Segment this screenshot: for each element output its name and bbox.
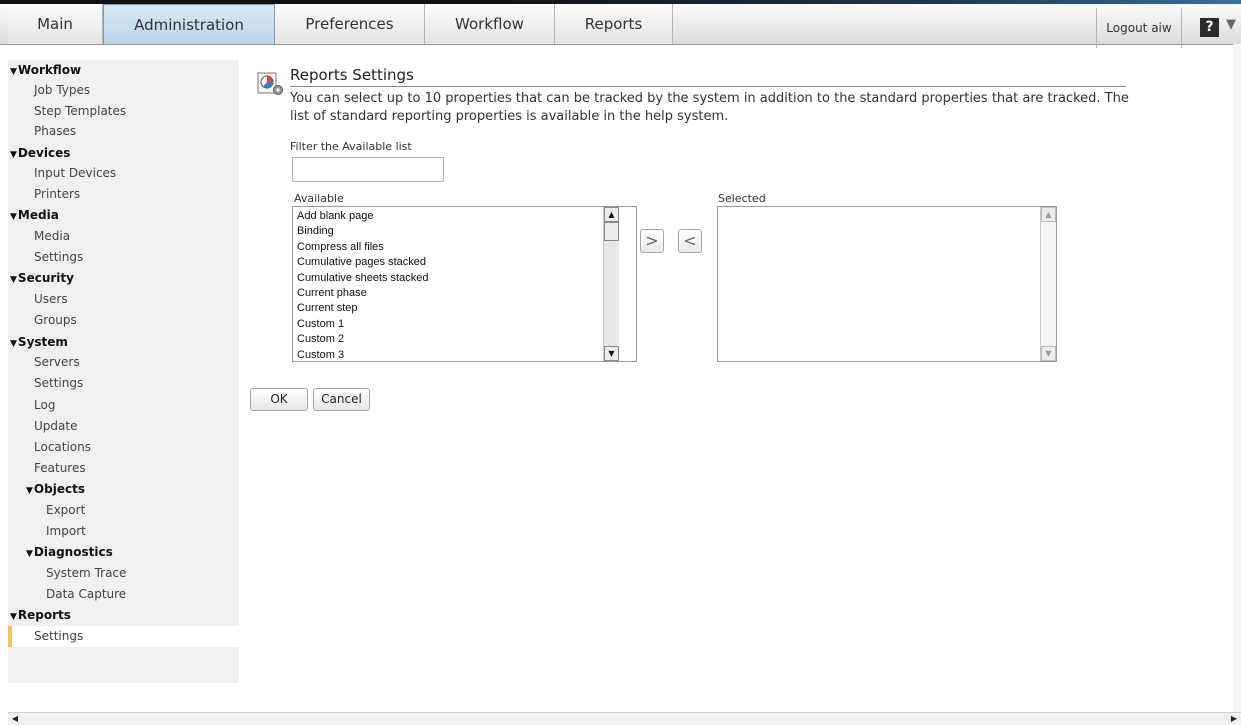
title-divider: [290, 86, 1126, 87]
scroll-down-arrow-icon[interactable]: ▼: [1041, 346, 1056, 361]
page-vertical-scrollbar[interactable]: [1233, 44, 1241, 712]
page-title: Reports Settings: [290, 66, 414, 84]
sidebar-item-media-settings[interactable]: Settings: [34, 247, 83, 268]
page-description: You can select up to 10 properties that …: [290, 91, 1129, 124]
sidebar-item-system-settings[interactable]: Settings: [34, 373, 83, 394]
sidebar-item-log[interactable]: Log: [34, 395, 55, 416]
remove-selected-button[interactable]: <: [678, 229, 702, 253]
list-item[interactable]: Compress all files: [293, 240, 619, 255]
selected-listbox[interactable]: ▲ ▼: [717, 206, 1057, 362]
list-item[interactable]: Cumulative pages stacked: [293, 255, 619, 270]
tab-administration[interactable]: Administration: [103, 4, 275, 44]
scrollbar-thumb[interactable]: [604, 222, 619, 241]
expand-triangle-icon: ▼: [10, 612, 17, 622]
sidebar-item-update[interactable]: Update: [34, 416, 77, 437]
sidebar-item-phases[interactable]: Phases: [34, 121, 76, 142]
sidebar-item-input-devices[interactable]: Input Devices: [34, 163, 116, 184]
filter-input[interactable]: [292, 157, 444, 182]
sidebar-item-media[interactable]: Media: [34, 226, 70, 247]
ok-button[interactable]: OK: [250, 388, 308, 411]
sidebar-group-reports[interactable]: ▼Reports: [10, 605, 71, 626]
sidebar-item-users[interactable]: Users: [34, 289, 68, 310]
list-item[interactable]: Custom 2: [293, 332, 619, 347]
scroll-right-arrow-icon[interactable]: ▶: [1227, 713, 1241, 725]
sidebar-item-features[interactable]: Features: [34, 458, 86, 479]
expand-triangle-icon: ▼: [10, 212, 17, 222]
tab-workflow[interactable]: Workflow: [425, 4, 555, 44]
scroll-down-arrow-icon[interactable]: ▼: [604, 346, 619, 361]
sidebar-group-security[interactable]: ▼Security: [10, 268, 74, 289]
filter-label: Filter the Available list: [290, 140, 412, 153]
expand-triangle-icon: ▼: [10, 339, 17, 349]
list-item[interactable]: Current phase: [293, 286, 619, 301]
sidebar-group-diagnostics[interactable]: ▼Diagnostics: [26, 542, 113, 563]
expand-triangle-icon: ▼: [10, 67, 17, 77]
expand-triangle-icon: ▼: [10, 275, 17, 285]
sidebar-group-system[interactable]: ▼System: [10, 332, 68, 353]
selected-scrollbar[interactable]: ▲ ▼: [1040, 207, 1056, 361]
sidebar-item-import[interactable]: Import: [46, 521, 86, 542]
sidebar-item-groups[interactable]: Groups: [34, 310, 77, 331]
cancel-button[interactable]: Cancel: [313, 388, 370, 411]
available-scrollbar[interactable]: ▲ ▼: [603, 207, 619, 361]
sidebar-group-objects[interactable]: ▼Objects: [26, 479, 85, 500]
add-selected-button[interactable]: >: [640, 229, 664, 253]
scroll-left-arrow-icon[interactable]: ◀: [8, 713, 22, 725]
expand-triangle-icon: ▼: [10, 150, 17, 160]
scroll-up-arrow-icon[interactable]: ▲: [604, 207, 619, 222]
admin-sidebar: ▼Workflow Job Types Step Templates Phase…: [8, 60, 239, 683]
logout-link[interactable]: Logout aiw: [1096, 8, 1182, 48]
help-icon[interactable]: ?: [1200, 18, 1219, 37]
list-item[interactable]: Custom 3: [293, 348, 619, 361]
sidebar-item-locations[interactable]: Locations: [34, 437, 91, 458]
list-item[interactable]: Custom 1: [293, 317, 619, 332]
list-item[interactable]: Cumulative sheets stacked: [293, 271, 619, 286]
sidebar-item-printers[interactable]: Printers: [34, 184, 80, 205]
sidebar-item-data-capture[interactable]: Data Capture: [46, 584, 126, 605]
sidebar-group-media[interactable]: ▼Media: [10, 205, 59, 226]
tab-reports[interactable]: Reports: [555, 4, 673, 44]
tab-main[interactable]: Main: [8, 4, 103, 44]
sidebar-item-job-types[interactable]: Job Types: [34, 80, 90, 101]
sidebar-item-system-trace[interactable]: System Trace: [46, 563, 126, 584]
expand-triangle-icon: ▼: [26, 486, 33, 496]
scroll-up-arrow-icon[interactable]: ▲: [1041, 207, 1056, 222]
tab-preferences[interactable]: Preferences: [275, 4, 425, 44]
available-list-label: Available: [294, 192, 344, 205]
list-item[interactable]: Current step: [293, 301, 619, 316]
sidebar-item-step-templates[interactable]: Step Templates: [34, 101, 126, 122]
sidebar-item-export[interactable]: Export: [46, 500, 85, 521]
selected-list-label: Selected: [718, 192, 766, 205]
sidebar-item-reports-settings[interactable]: Settings: [8, 626, 239, 647]
sidebar-group-workflow[interactable]: ▼Workflow: [10, 60, 81, 81]
list-item[interactable]: Binding: [293, 224, 619, 239]
sidebar-item-servers[interactable]: Servers: [34, 352, 80, 373]
available-options: Add blank page Binding Compress all file…: [293, 209, 619, 361]
expand-triangle-icon: ▼: [26, 549, 33, 559]
main-nav-bar: Main Administration Preferences Workflow…: [0, 4, 1241, 48]
available-listbox[interactable]: Add blank page Binding Compress all file…: [292, 206, 637, 362]
reports-settings-icon: [257, 72, 283, 95]
sidebar-group-devices[interactable]: ▼Devices: [10, 143, 70, 164]
list-item[interactable]: Add blank page: [293, 209, 619, 224]
help-menu-chevron-down-icon[interactable]: ▼: [1226, 17, 1236, 32]
page-horizontal-scrollbar[interactable]: ◀ ▶: [8, 712, 1241, 725]
